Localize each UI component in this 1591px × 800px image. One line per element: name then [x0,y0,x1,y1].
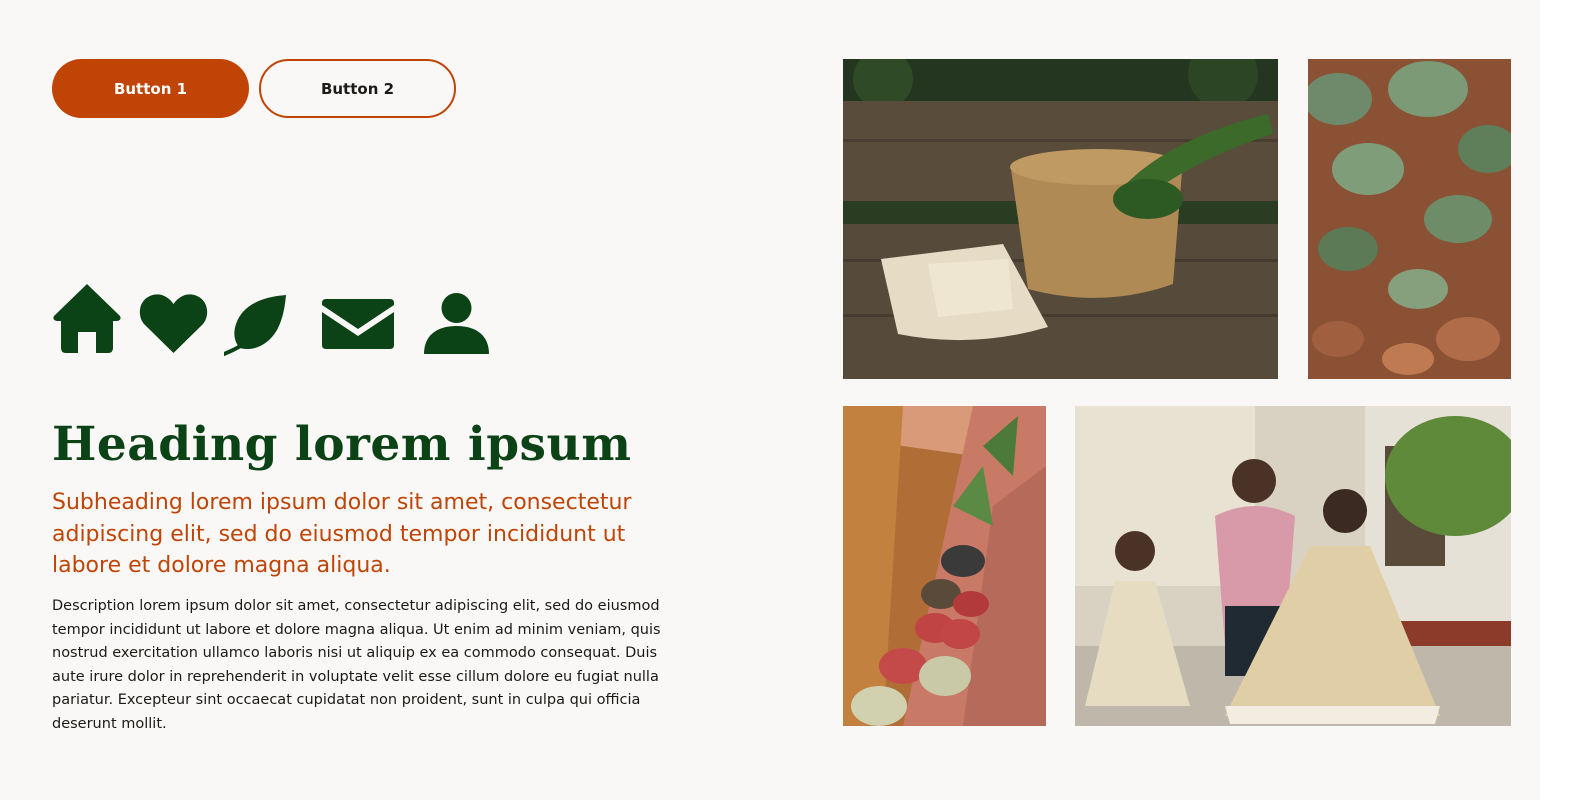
page-subheading: Subheading lorem ipsum dolor sit amet, c… [52,490,632,578]
style-guide-page: Button 1 Button 2 Heading lorem ipsum Su… [0,0,1540,800]
ivy-leaves-photo [1308,59,1511,379]
button-1[interactable]: Button 1 [52,59,249,118]
potted-plants-photo [843,406,1046,726]
button-2[interactable]: Button 2 [259,59,456,118]
mail-icon [322,299,394,349]
family-dancing-photo [1075,406,1511,726]
leaf-icon [224,294,287,356]
page-description: Description lorem ipsum dolor sit amet, … [52,598,661,732]
user-icon [424,293,489,354]
basket-photo [843,59,1278,379]
heart-icon [139,293,208,354]
page-heading: Heading lorem ipsum [52,417,632,472]
home-icon [52,282,122,354]
